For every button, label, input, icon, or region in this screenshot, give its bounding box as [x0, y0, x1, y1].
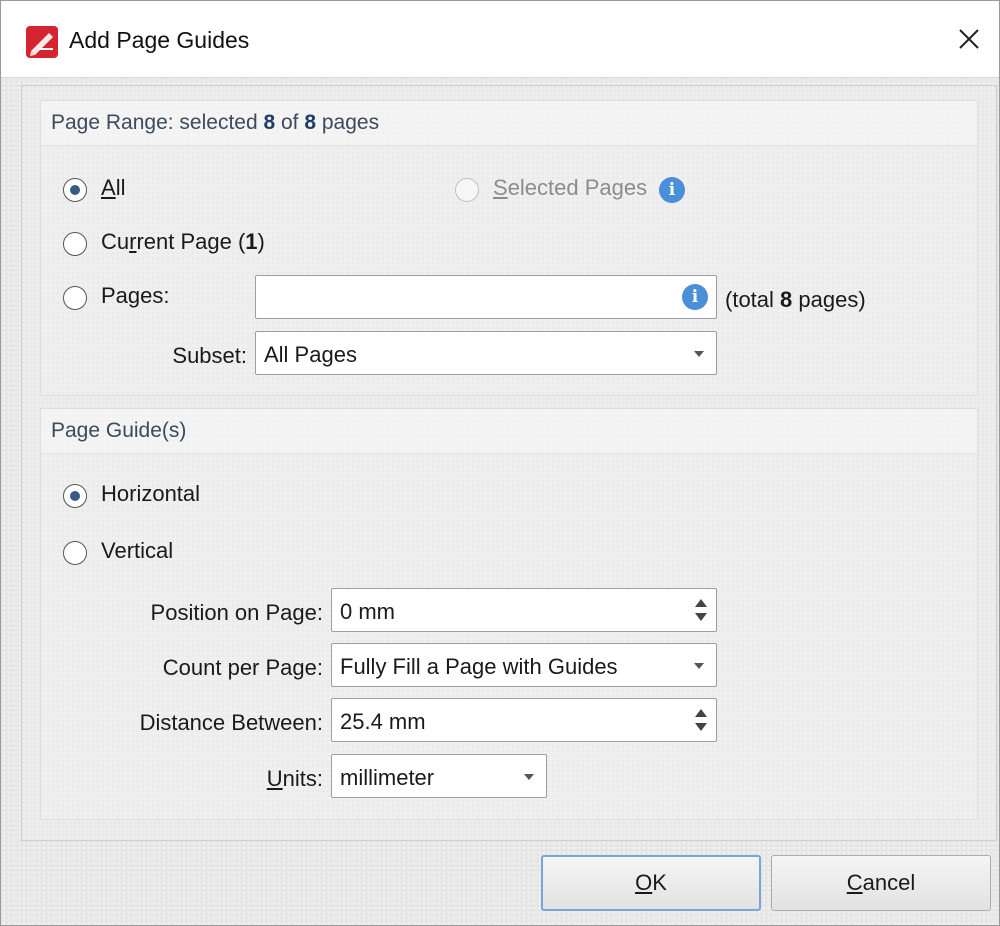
- add-page-guides-dialog: Add Page Guides Page Range: selected 8 o…: [0, 0, 1000, 926]
- spin-up-icon[interactable]: [695, 709, 707, 717]
- chevron-down-icon: [694, 663, 704, 669]
- count-label: Count per Page:: [162, 655, 323, 680]
- selected-count: 8: [263, 111, 276, 134]
- current-page-label[interactable]: Current Page (1): [101, 229, 265, 255]
- horizontal-label[interactable]: Horizontal: [101, 481, 200, 507]
- pages-radio[interactable]: [63, 286, 87, 310]
- pages-input[interactable]: i: [255, 275, 717, 319]
- page-range-header: Page Range: selected 8 of 8 pages: [41, 101, 977, 146]
- selected-pages-radio[interactable]: [455, 178, 479, 202]
- window-title: Add Page Guides: [69, 27, 250, 53]
- total-count: 8: [304, 111, 317, 134]
- vertical-radio[interactable]: [63, 541, 87, 565]
- chevron-down-icon: [524, 774, 534, 780]
- distance-label: Distance Between:: [139, 710, 323, 735]
- subset-dropdown[interactable]: All Pages: [255, 331, 717, 375]
- page-guides-group: Page Guide(s) Horizontal Vertical Positi…: [40, 408, 978, 820]
- position-label: Position on Page:: [150, 600, 323, 625]
- units-dropdown[interactable]: millimeter: [331, 754, 547, 798]
- cancel-button[interactable]: Cancel: [771, 855, 991, 911]
- title-bar: Add Page Guides: [1, 1, 999, 78]
- app-logo-icon: [26, 26, 58, 58]
- dialog-content: Page Range: selected 8 of 8 pages All Se…: [21, 85, 997, 841]
- spin-down-icon[interactable]: [695, 723, 707, 731]
- selected-pages-label[interactable]: Selected Pages: [493, 175, 647, 201]
- units-label: Units:: [266, 766, 323, 791]
- spin-up-icon[interactable]: [695, 599, 707, 607]
- total-pages-text: (total 8 pages): [725, 287, 866, 312]
- ok-button[interactable]: OK: [541, 855, 761, 911]
- page-range-title: Page Range: selected 8 of 8 pages: [51, 111, 380, 134]
- page-guides-header: Page Guide(s): [41, 409, 977, 454]
- count-dropdown[interactable]: Fully Fill a Page with Guides: [331, 643, 717, 687]
- pages-info-icon[interactable]: i: [682, 284, 708, 310]
- pages-label[interactable]: Pages:: [101, 283, 170, 309]
- page-range-group: Page Range: selected 8 of 8 pages All Se…: [40, 100, 978, 396]
- horizontal-radio[interactable]: [63, 484, 87, 508]
- subset-label: Subset:: [172, 343, 247, 368]
- page-guides-title: Page Guide(s): [51, 419, 187, 442]
- all-label[interactable]: All: [101, 175, 125, 201]
- spin-down-icon[interactable]: [695, 613, 707, 621]
- all-radio[interactable]: [63, 178, 87, 202]
- chevron-down-icon: [694, 351, 704, 357]
- selected-pages-info-icon[interactable]: i: [659, 177, 685, 203]
- vertical-label[interactable]: Vertical: [101, 538, 173, 564]
- position-spinbox[interactable]: 0 mm: [331, 588, 717, 632]
- close-icon[interactable]: [949, 19, 989, 59]
- distance-spinbox[interactable]: 25.4 mm: [331, 698, 717, 742]
- current-page-radio[interactable]: [63, 232, 87, 256]
